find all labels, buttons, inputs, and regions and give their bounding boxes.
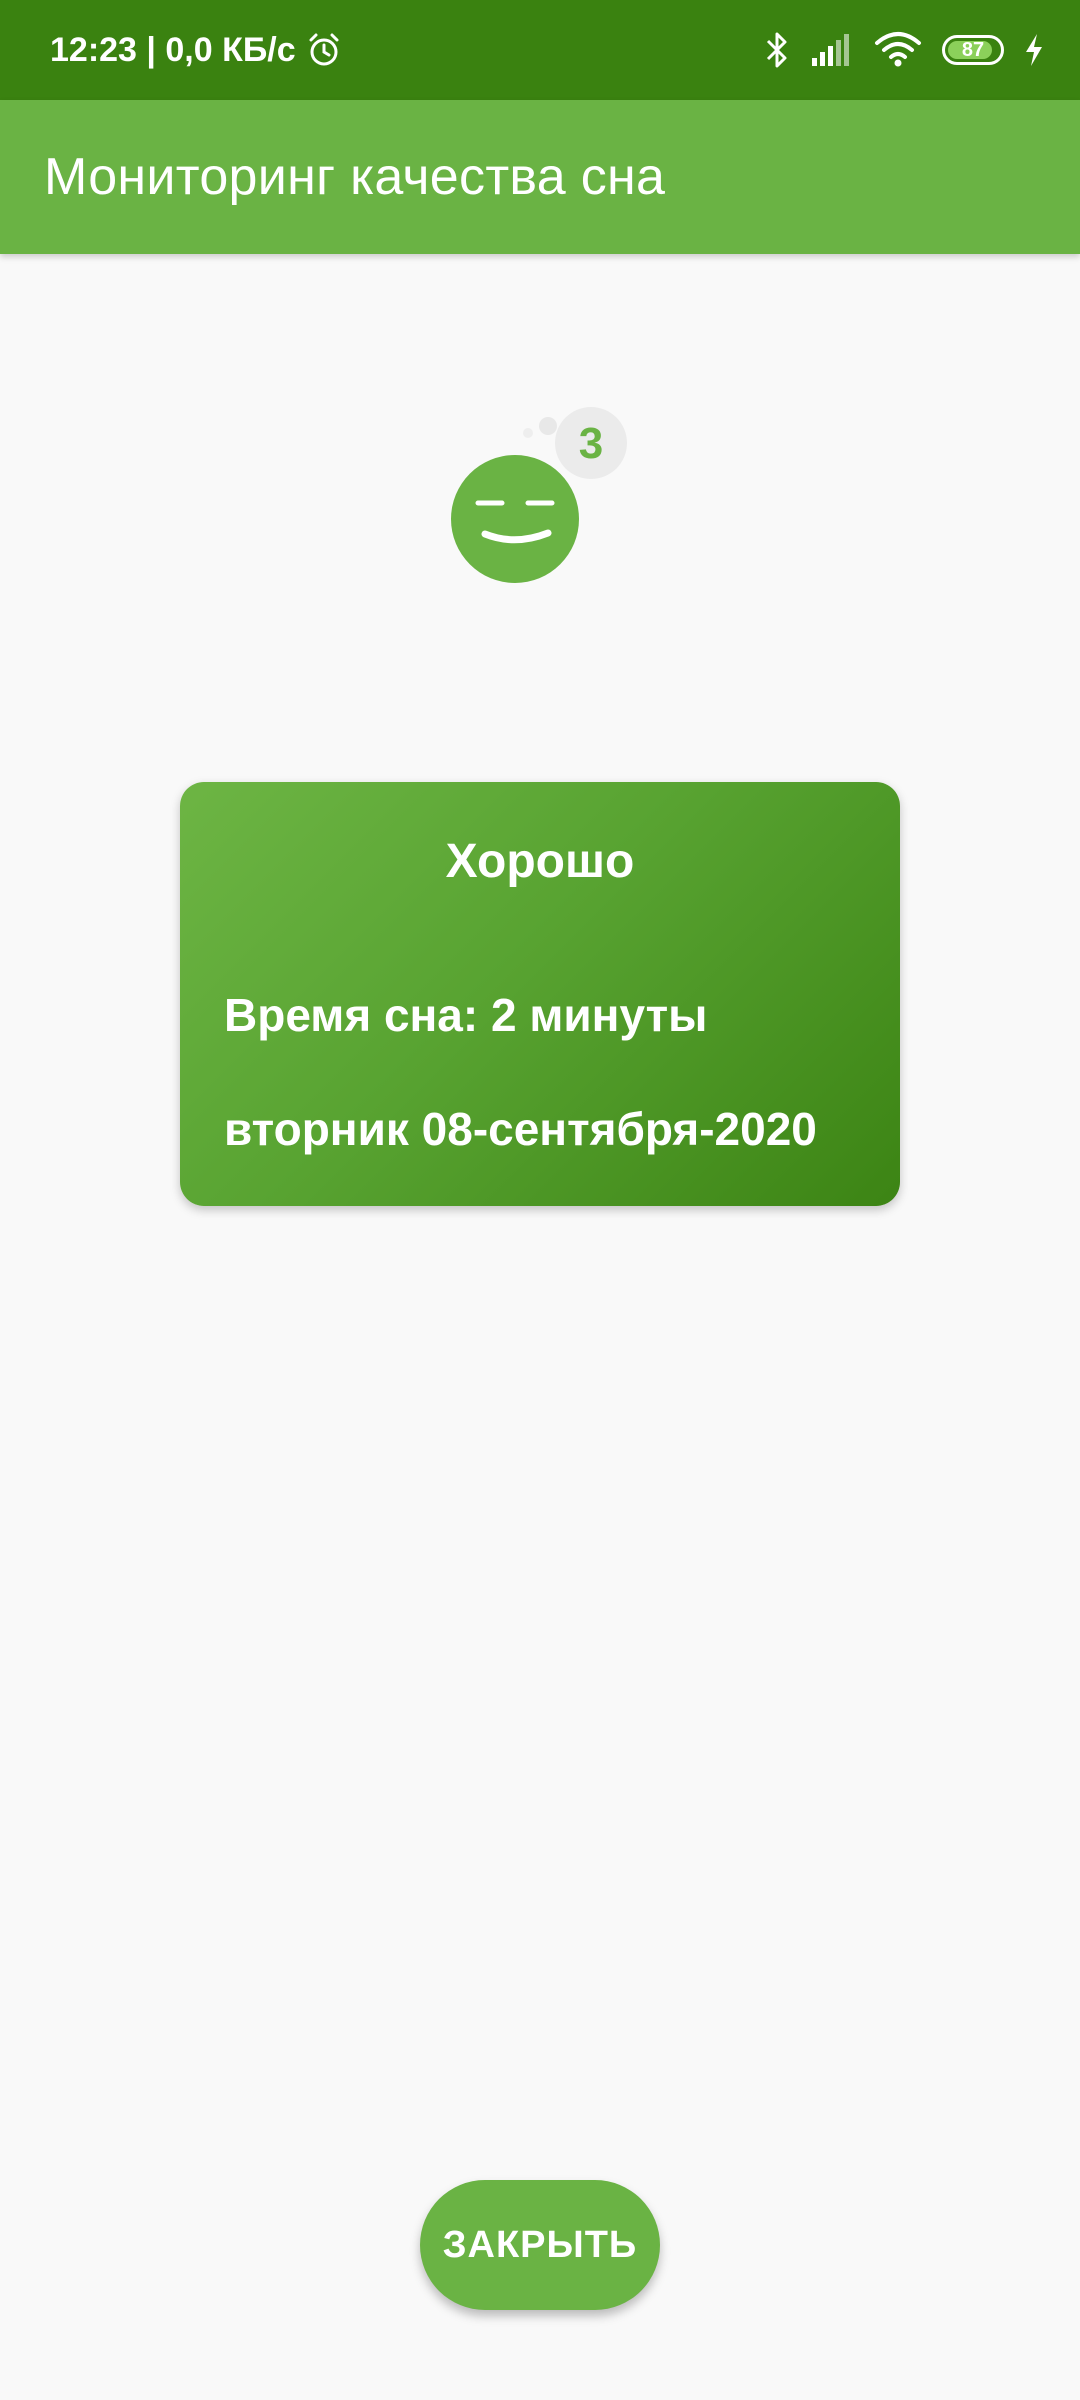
battery-level: 87 [961, 38, 985, 61]
sleeping-face-icon: 3 [451, 407, 627, 583]
close-button[interactable]: ЗАКРЫТЬ [420, 2180, 660, 2310]
result-card: Хорошо Время сна: 2 минуты вторник 08-се… [180, 782, 900, 1206]
signal-icon [812, 34, 849, 66]
bluetooth-icon [766, 32, 787, 68]
app-bar: Мониторинг качества сна [0, 100, 1080, 254]
alarm-icon [309, 33, 339, 66]
wifi-icon [875, 32, 921, 67]
sleep-date: вторник 08-сентября-2020 [224, 1103, 817, 1155]
battery-icon: 87 [942, 35, 1004, 65]
sleep-score: 3 [579, 419, 603, 468]
status-time-speed: 12:23 | 0,0 КБ/с [50, 30, 296, 69]
status-right: 87 [764, 0, 1044, 100]
charging-icon [1026, 34, 1042, 66]
sleep-rating: Хорошо [445, 835, 635, 888]
sleep-duration: Время сна: 2 минуты [224, 989, 708, 1041]
status-bar: 12:23 | 0,0 КБ/с 87 [0, 0, 1080, 100]
status-left: 12:23 | 0,0 КБ/с [50, 0, 342, 100]
app-title: Мониторинг качества сна [44, 148, 666, 206]
